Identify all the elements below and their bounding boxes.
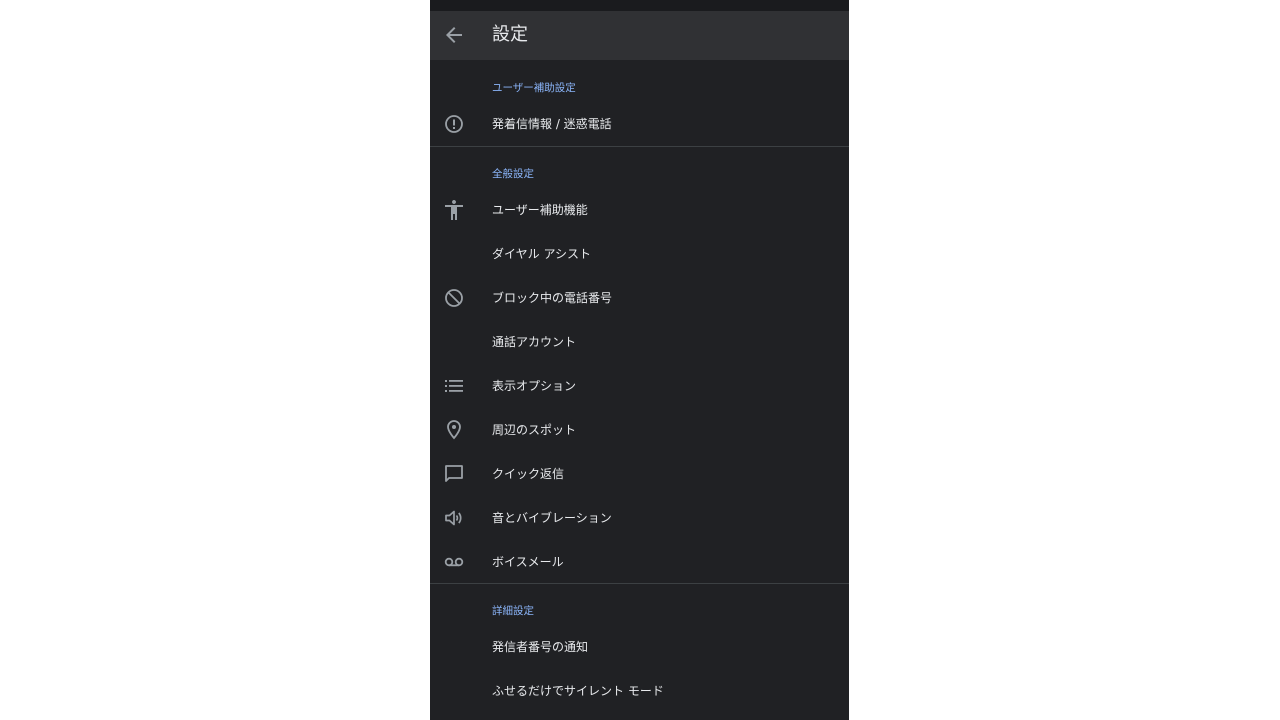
chat-bubble-icon <box>442 462 466 486</box>
voicemail-icon <box>442 550 466 574</box>
status-bar <box>430 0 849 11</box>
settings-item-label: 発着信情報 / 迷惑電話 <box>492 117 612 131</box>
section-header-general-settings: 全般設定 <box>492 168 534 180</box>
settings-item-blocked-numbers[interactable]: ブロック中の電話番号 <box>430 276 849 320</box>
settings-item-label: 通話アカウント <box>492 335 577 349</box>
settings-item-dial-assist[interactable]: ダイヤル アシスト <box>430 232 849 276</box>
settings-item-display-options[interactable]: 表示オプション <box>430 364 849 408</box>
page-title: 設定 <box>492 24 528 45</box>
settings-item-caller-id-spam[interactable]: 発着信情報 / 迷惑電話 <box>430 102 849 146</box>
block-icon <box>442 286 466 310</box>
settings-item-flip-to-silence[interactable]: ふせるだけでサイレント モード <box>430 669 849 713</box>
settings-item-label: 音とバイブレーション <box>492 511 612 525</box>
settings-item-nearby-places[interactable]: 周辺のスポット <box>430 408 849 452</box>
accessibility-icon <box>442 198 466 222</box>
section-header-accessibility-settings: ユーザー補助設定 <box>492 82 576 94</box>
section-divider <box>430 583 849 584</box>
section-header-advanced-settings: 詳細設定 <box>492 605 534 617</box>
settings-item-calling-accounts[interactable]: 通話アカウント <box>430 320 849 364</box>
settings-item-label: ふせるだけでサイレント モード <box>492 684 664 698</box>
alert-circle-icon <box>442 112 466 136</box>
section-divider <box>430 146 849 147</box>
location-pin-icon <box>442 418 466 442</box>
settings-item-label: 表示オプション <box>492 379 577 393</box>
list-icon <box>442 374 466 398</box>
settings-item-label: ブロック中の電話番号 <box>492 291 613 305</box>
settings-item-label: ボイスメール <box>492 555 564 569</box>
arrow-back-icon <box>446 27 462 43</box>
volume-icon <box>442 506 466 530</box>
settings-item-quick-responses[interactable]: クイック返信 <box>430 452 849 496</box>
app-bar: 設定 <box>430 11 849 60</box>
phone-screen: 設定 ユーザー補助設定 発着信情報 / 迷惑電話 全般設定 ユーザー補助機能 ダ… <box>430 0 849 720</box>
settings-item-label: 周辺のスポット <box>492 423 577 437</box>
settings-item-accessibility[interactable]: ユーザー補助機能 <box>430 188 849 232</box>
back-button[interactable] <box>442 23 466 47</box>
settings-item-label: ダイヤル アシスト <box>492 247 591 261</box>
settings-item-label: 発信者番号の通知 <box>492 640 589 654</box>
settings-item-label: ユーザー補助機能 <box>492 203 588 217</box>
settings-item-voicemail[interactable]: ボイスメール <box>430 540 849 584</box>
settings-item-caller-id[interactable]: 発信者番号の通知 <box>430 625 849 669</box>
settings-item-sounds-vibration[interactable]: 音とバイブレーション <box>430 496 849 540</box>
settings-item-label: クイック返信 <box>492 467 565 481</box>
